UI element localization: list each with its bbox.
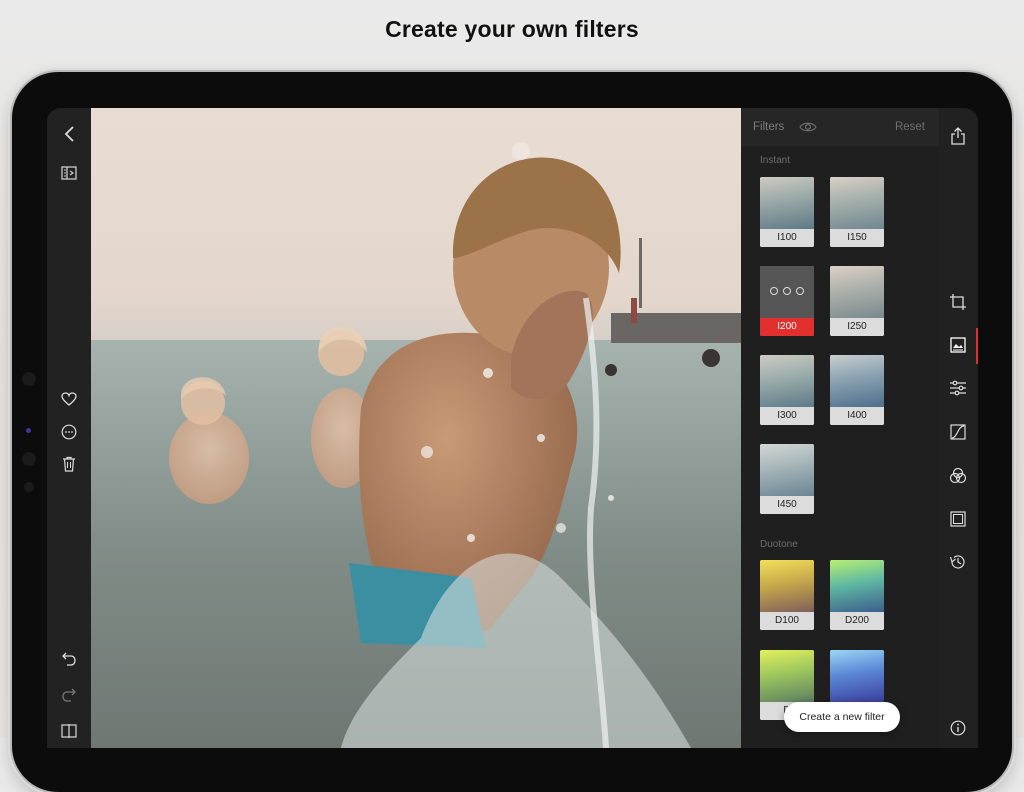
filter-tile-d200[interactable]: D200 [830, 560, 884, 630]
filter-label: D200 [830, 612, 884, 630]
filter-tile-i250[interactable]: I250 [830, 266, 884, 336]
create-new-filter-button[interactable]: Create a new filter [784, 702, 900, 732]
filter-thumbnail [830, 650, 884, 702]
trash-icon[interactable] [56, 453, 82, 475]
filter-thumbnail [760, 444, 814, 496]
section-label-duotone: Duotone [760, 539, 798, 550]
filters-icon[interactable] [945, 333, 971, 357]
frame-icon[interactable] [945, 507, 971, 531]
compare-split-icon[interactable] [56, 162, 82, 184]
curves-icon[interactable] [945, 420, 971, 444]
history-icon[interactable] [945, 550, 971, 574]
app-screen: Filters Reset Instant I100 I150 I200 I25… [47, 108, 978, 748]
camera-dot [24, 482, 34, 492]
filter-thumbnail [830, 266, 884, 318]
back-arrow-icon[interactable] [56, 122, 82, 146]
section-label-instant: Instant [760, 155, 791, 166]
filter-label: I100 [760, 229, 814, 247]
photo-image [91, 142, 741, 748]
filter-thumbnail [830, 177, 884, 229]
photo-canvas[interactable] [91, 108, 741, 748]
filter-label: I250 [830, 318, 884, 336]
more-options-icon[interactable] [770, 287, 804, 297]
filter-tile-d100[interactable]: D100 [760, 560, 814, 630]
undo-icon[interactable] [56, 648, 82, 670]
more-options-icon[interactable] [56, 421, 82, 443]
filter-label: I150 [830, 229, 884, 247]
filter-tile-i400[interactable]: I400 [830, 355, 884, 425]
eye-icon[interactable] [797, 118, 819, 136]
filter-thumbnail [760, 650, 814, 702]
panel-title: Filters [753, 121, 785, 133]
filter-thumbnail [830, 560, 884, 612]
split-view-icon[interactable] [56, 720, 82, 742]
filter-tile-i150[interactable]: I150 [830, 177, 884, 247]
color-mix-icon[interactable] [945, 464, 971, 488]
reset-button[interactable]: Reset [895, 121, 925, 133]
camera-dot [22, 372, 36, 386]
filters-panel: Filters Reset Instant I100 I150 I200 I25… [741, 108, 939, 748]
active-tool-indicator [976, 328, 978, 364]
filter-tile-i450[interactable]: I450 [760, 444, 814, 514]
filter-thumbnail [760, 560, 814, 612]
filter-tile-i300[interactable]: I300 [760, 355, 814, 425]
filter-tile-i100[interactable]: I100 [760, 177, 814, 247]
filter-thumbnail [760, 177, 814, 229]
filter-label: I450 [760, 496, 814, 514]
filter-thumbnail [760, 355, 814, 407]
filters-panel-header: Filters Reset [741, 108, 939, 146]
share-icon[interactable] [945, 124, 971, 148]
adjust-sliders-icon[interactable] [945, 376, 971, 400]
crop-icon[interactable] [945, 290, 971, 314]
filter-label: D100 [760, 612, 814, 630]
filter-label: I300 [760, 407, 814, 425]
filter-label: I200 [760, 318, 814, 336]
camera-dot [22, 452, 36, 466]
info-icon[interactable] [945, 716, 971, 740]
filter-label: I400 [830, 407, 884, 425]
redo-icon[interactable] [56, 684, 82, 706]
headline: Create your own filters [385, 16, 639, 42]
filter-thumbnail [760, 266, 814, 318]
heart-icon[interactable] [56, 388, 82, 410]
camera-sensor [26, 428, 31, 433]
filter-thumbnail [830, 355, 884, 407]
right-toolbar [939, 108, 978, 748]
filter-tile-i200[interactable]: I200 [760, 266, 814, 336]
left-toolbar [47, 108, 91, 748]
